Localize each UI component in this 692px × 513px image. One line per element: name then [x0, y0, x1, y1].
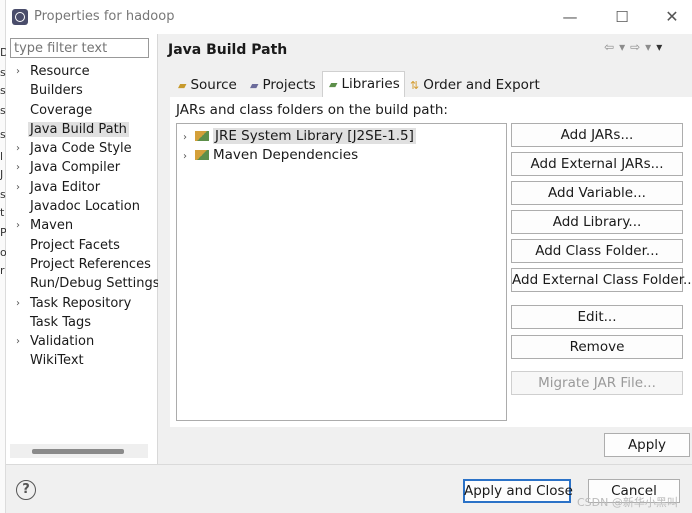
- tree-item-java-compiler[interactable]: › Java Compiler: [6, 158, 158, 177]
- footer-divider: [6, 464, 692, 465]
- tab-libraries[interactable]: ▰ Libraries: [322, 71, 405, 97]
- add-variable-button[interactable]: Add Variable...: [511, 181, 683, 205]
- tree-item-java-editor[interactable]: › Java Editor: [6, 178, 158, 197]
- chevron-right-icon[interactable]: ›: [16, 178, 20, 197]
- tree-item-label: Coverage: [30, 102, 93, 118]
- tree-item-validation[interactable]: › Validation: [6, 332, 158, 351]
- horizontal-scrollbar[interactable]: [10, 444, 148, 458]
- tree-item-label: Project References: [30, 256, 151, 272]
- tree-item-resource[interactable]: › Resource: [6, 62, 158, 81]
- tree-item-project-references[interactable]: Project References: [6, 255, 158, 274]
- tree-item-maven[interactable]: › Maven: [6, 216, 158, 235]
- chevron-right-icon[interactable]: ›: [16, 62, 20, 81]
- view-menu-icon[interactable]: ▾: [656, 40, 663, 54]
- tree-item-label: Resource: [30, 64, 90, 79]
- maximize-button[interactable]: ☐: [610, 6, 634, 28]
- add-external-class-folder-button[interactable]: Add External Class Folder...: [511, 268, 692, 292]
- minimize-button[interactable]: —: [558, 6, 582, 28]
- add-external-jars-button[interactable]: Add External JARs...: [511, 152, 683, 176]
- title-bar: Properties for hadoop — ☐ ✕: [6, 0, 692, 34]
- chevron-right-icon[interactable]: ›: [16, 332, 20, 351]
- edit-button[interactable]: Edit...: [511, 305, 683, 329]
- add-library-button[interactable]: Add Library...: [511, 210, 683, 234]
- add-class-folder-button[interactable]: Add Class Folder...: [511, 239, 683, 263]
- apply-button[interactable]: Apply: [604, 433, 690, 457]
- tree-item-label: Java Editor: [30, 179, 101, 195]
- tree-item-java-code-style[interactable]: › Java Code Style: [6, 139, 158, 158]
- tree-item-label: Run/Debug Settings: [30, 276, 158, 292]
- tree-item-task-repository[interactable]: › Task Repository: [6, 294, 158, 313]
- tree-item-label: Validation: [30, 334, 95, 350]
- tree-item-task-tags[interactable]: Task Tags: [6, 313, 158, 332]
- tab-source[interactable]: ▰ Source: [172, 73, 241, 97]
- tree-item-label: Maven: [30, 218, 74, 234]
- tree-item-label: Task Repository: [30, 295, 132, 311]
- tree-item-project-facets[interactable]: Project Facets: [6, 236, 158, 255]
- tree-item-java-build-path[interactable]: Java Build Path: [6, 120, 158, 139]
- tree-item-label: Javadoc Location: [30, 199, 140, 215]
- chevron-right-icon[interactable]: ›: [183, 129, 195, 147]
- help-icon[interactable]: ?: [16, 480, 36, 500]
- tree-item-label: Java Code Style: [30, 141, 132, 157]
- tree-item-builders[interactable]: Builders: [6, 81, 158, 100]
- build-path-label: JARs and class folders on the build path…: [176, 102, 448, 118]
- close-button[interactable]: ✕: [660, 6, 684, 28]
- property-pages-panel: › Resource Builders Coverage Java Build P…: [6, 34, 158, 464]
- folder-icon: ▰: [178, 79, 187, 92]
- remove-button[interactable]: Remove: [511, 335, 683, 359]
- property-tree: › Resource Builders Coverage Java Build P…: [6, 62, 158, 371]
- chevron-right-icon[interactable]: ›: [16, 216, 20, 235]
- tree-item-javadoc-location[interactable]: Javadoc Location: [6, 197, 158, 216]
- tab-projects[interactable]: ▰ Projects: [244, 73, 320, 97]
- apply-and-close-button[interactable]: Apply and Close: [463, 479, 573, 503]
- order-export-icon: ⇅: [410, 79, 420, 92]
- back-dropdown-icon[interactable]: ▾: [619, 40, 626, 54]
- chevron-right-icon[interactable]: ›: [16, 294, 20, 313]
- page-title: Java Build Path: [168, 42, 288, 58]
- library-icon: [195, 131, 209, 141]
- chevron-right-icon[interactable]: ›: [16, 158, 20, 177]
- library-jre-system[interactable]: › JRE System Library [J2SE-1.5]: [183, 127, 416, 145]
- scrollbar-thumb[interactable]: [32, 449, 124, 454]
- tree-item-run-debug-settings[interactable]: Run/Debug Settings: [6, 274, 158, 293]
- tree-item-label: Java Build Path: [28, 121, 129, 137]
- tree-item-wikitext[interactable]: WikiText: [6, 351, 158, 370]
- window-title: Properties for hadoop: [34, 9, 175, 24]
- migrate-jar-button[interactable]: Migrate JAR File...: [511, 371, 683, 395]
- eclipse-icon: [12, 9, 28, 25]
- filter-input[interactable]: [10, 38, 149, 58]
- back-arrow-icon[interactable]: ⇦: [604, 40, 615, 54]
- add-jars-button[interactable]: Add JARs...: [511, 123, 683, 147]
- tree-item-label: Builders: [30, 83, 83, 99]
- library-icon: [195, 150, 209, 160]
- chevron-right-icon[interactable]: ›: [16, 139, 20, 158]
- forward-dropdown-icon[interactable]: ▾: [645, 40, 652, 54]
- tree-item-label: Java Compiler: [30, 160, 121, 176]
- tree-item-label: Project Facets: [30, 237, 120, 253]
- libraries-tree[interactable]: › JRE System Library [J2SE-1.5] › Maven De…: [176, 123, 507, 421]
- tree-item-label: WikiText: [30, 353, 84, 369]
- build-path-tabs: ▰ Source ▰ Projects ▰ Libraries ⇅ Order and …: [170, 71, 690, 97]
- page-navigation: ⇦ ▾ ⇨ ▾ ▾: [604, 40, 667, 54]
- tab-order-and-export[interactable]: ⇅ Order and Export: [404, 73, 544, 97]
- forward-arrow-icon[interactable]: ⇨: [630, 40, 641, 54]
- library-maven-dependencies[interactable]: › Maven Dependencies: [183, 146, 358, 164]
- properties-dialog: Properties for hadoop — ☐ ✕ › Resource Bu…: [6, 0, 692, 513]
- watermark: CSDN @新华小黑叫: [577, 496, 678, 509]
- chevron-right-icon[interactable]: ›: [183, 148, 195, 166]
- tree-item-label: Task Tags: [30, 314, 91, 330]
- libraries-tab-content: JARs and class folders on the build path…: [170, 97, 692, 427]
- library-icon: ▰: [329, 78, 338, 91]
- projects-icon: ▰: [250, 79, 259, 92]
- tree-item-coverage[interactable]: Coverage: [6, 101, 158, 120]
